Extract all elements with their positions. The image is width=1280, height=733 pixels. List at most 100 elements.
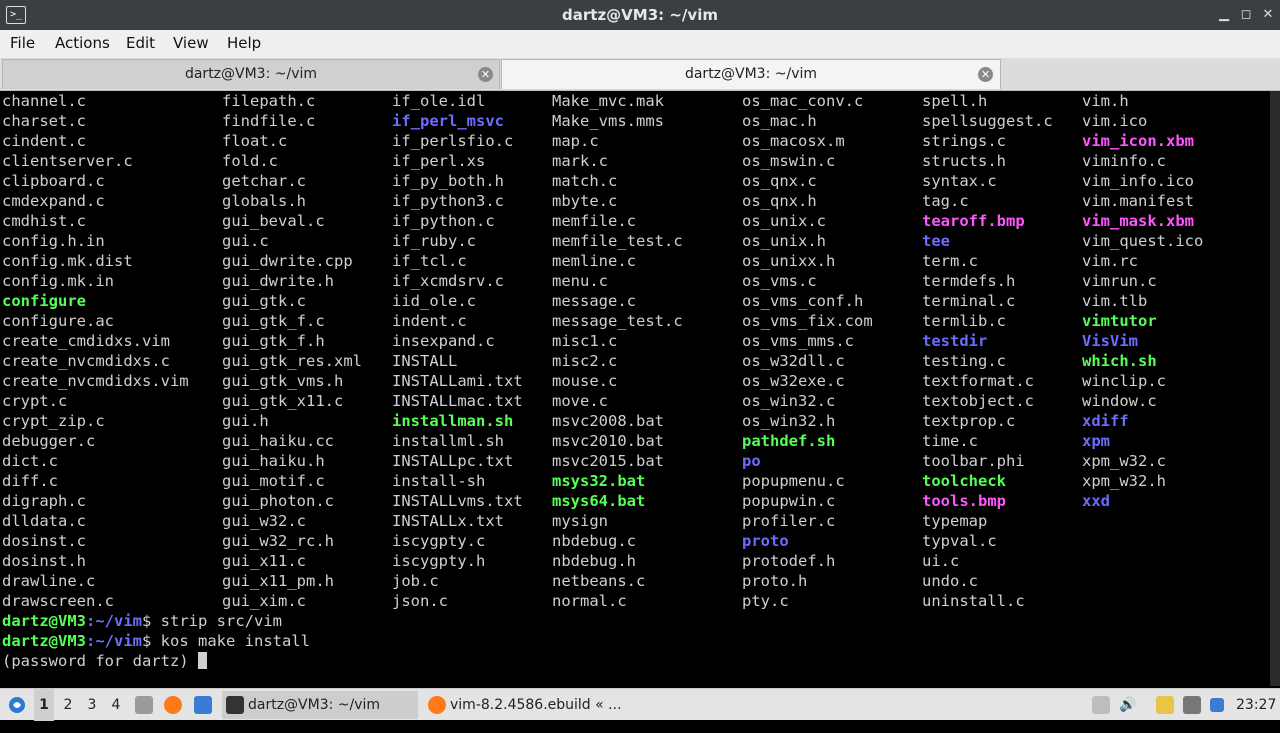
file-entry: gui.c bbox=[222, 232, 269, 250]
file-entry: gui_dwrite.cpp bbox=[222, 252, 353, 270]
file-entry: gui_dwrite.h bbox=[222, 272, 334, 290]
file-entry: drawline.c bbox=[2, 572, 96, 590]
tab-label: dartz@VM3: ~/vim bbox=[684, 66, 818, 82]
file-entry: gui_w32_rc.h bbox=[222, 532, 334, 550]
firefox-icon bbox=[428, 696, 446, 714]
file-entry: message.c bbox=[552, 292, 636, 310]
file-entry: dlldata.c bbox=[2, 512, 86, 530]
file-entry: charset.c bbox=[2, 112, 86, 130]
workspace-2[interactable]: 2 bbox=[58, 689, 78, 721]
file-entry: nbdebug.h bbox=[552, 552, 636, 570]
file-entry: tag.c bbox=[922, 192, 969, 210]
tab-terminal-1[interactable]: dartz@VM3: ~/vim ✕ bbox=[2, 59, 500, 89]
file-column: spell.h spellsuggest.c strings.c structs.h s… bbox=[922, 91, 1053, 611]
maximize-icon[interactable]: ◻ bbox=[1236, 5, 1256, 25]
start-menu-icon[interactable] bbox=[6, 689, 28, 721]
file-entry: spellsuggest.c bbox=[922, 112, 1053, 130]
file-entry: iid_ole.c bbox=[392, 292, 476, 310]
file-entry: if_xcmdsrv.c bbox=[392, 272, 504, 290]
file-entry: diff.c bbox=[2, 472, 58, 490]
file-entry: create_cmdidxs.vim bbox=[2, 332, 170, 350]
file-entry: if_ruby.c bbox=[392, 232, 476, 250]
file-entry: profiler.c bbox=[742, 512, 836, 530]
menu-edit[interactable]: Edit bbox=[126, 30, 155, 56]
prompt-line: dartz@VM3:~/vim$ kos make install bbox=[2, 631, 310, 651]
file-column: filepath.c findfile.c float.c fold.c getchar… bbox=[222, 91, 362, 611]
workspace-3[interactable]: 3 bbox=[82, 689, 102, 721]
prompt-path: :~/vim bbox=[86, 632, 142, 650]
file-entry: vim.ico bbox=[1082, 112, 1148, 130]
file-entry: os_w32exe.c bbox=[742, 372, 845, 390]
file-entry: config.mk.in bbox=[2, 272, 114, 290]
workspace-4[interactable]: 4 bbox=[106, 689, 126, 721]
file-entry: findfile.c bbox=[222, 112, 316, 130]
network-icon[interactable] bbox=[1183, 696, 1201, 714]
tray-up-icon[interactable] bbox=[1092, 696, 1110, 714]
update-icon[interactable] bbox=[1210, 698, 1224, 712]
file-entry: float.c bbox=[222, 132, 288, 150]
task-firefox[interactable]: vim-8.2.4586.ebuild « ... bbox=[424, 691, 634, 719]
window-titlebar[interactable]: >_ dartz@VM3: ~/vim ▁ ◻ ✕ bbox=[0, 0, 1280, 30]
tab-terminal-2[interactable]: dartz@VM3: ~/vim ✕ bbox=[501, 59, 1001, 89]
file-column: vim.h vim.ico vim_icon.xbm viminfo.c vim_inf… bbox=[1082, 91, 1203, 511]
file-entry: ui.c bbox=[922, 552, 960, 570]
prompt-command: $ kos make install bbox=[142, 632, 310, 650]
menu-help[interactable]: Help bbox=[227, 30, 261, 56]
file-entry: undo.c bbox=[922, 572, 978, 590]
workspace-1[interactable]: 1 bbox=[34, 689, 54, 721]
file-entry: INSTALLvms.txt bbox=[392, 492, 523, 510]
firefox-icon[interactable] bbox=[164, 696, 182, 714]
file-entry: pty.c bbox=[742, 592, 789, 610]
file-entry: xpm bbox=[1082, 432, 1110, 450]
volume-icon[interactable]: 🔊 bbox=[1118, 689, 1138, 721]
menu-view[interactable]: View bbox=[173, 30, 209, 56]
terminal-output[interactable]: channel.c charset.c cindent.c clientserver.… bbox=[0, 91, 1270, 686]
file-entry: misc2.c bbox=[552, 352, 618, 370]
file-entry: vim.rc bbox=[1082, 252, 1138, 270]
file-entry: testdir bbox=[922, 332, 988, 350]
file-manager-icon[interactable] bbox=[135, 696, 153, 714]
file-column: channel.c charset.c cindent.c clientserver.… bbox=[2, 91, 189, 611]
minimize-icon[interactable]: ▁ bbox=[1214, 5, 1234, 25]
menu-file[interactable]: File bbox=[10, 30, 35, 56]
file-entry: gui_gtk_x11.c bbox=[222, 392, 344, 410]
file-entry: os_unixx.h bbox=[742, 252, 836, 270]
file-entry: os_unix.c bbox=[742, 212, 826, 230]
file-entry: gui_gtk_vms.h bbox=[222, 372, 344, 390]
clock[interactable]: 23:27 bbox=[1236, 689, 1276, 721]
file-entry: digraph.c bbox=[2, 492, 86, 510]
window-title: dartz@VM3: ~/vim bbox=[562, 6, 718, 24]
file-entry: os_vms.c bbox=[742, 272, 817, 290]
file-entry: proto.h bbox=[742, 572, 808, 590]
file-entry: syntax.c bbox=[922, 172, 997, 190]
file-entry: os_mac.h bbox=[742, 112, 817, 130]
prompt-user: dartz@VM3 bbox=[2, 612, 86, 630]
file-entry: gui_x11_pm.h bbox=[222, 572, 334, 590]
tab-close-icon[interactable]: ✕ bbox=[978, 67, 993, 82]
desktop-icon[interactable] bbox=[194, 696, 212, 714]
file-entry: nbdebug.c bbox=[552, 532, 636, 550]
file-column: Make_mvc.mak Make_vms.mms map.c mark.c match… bbox=[552, 91, 683, 611]
file-entry: map.c bbox=[552, 132, 599, 150]
file-entry: testing.c bbox=[922, 352, 1006, 370]
file-entry: os_mswin.c bbox=[742, 152, 836, 170]
file-entry: misc1.c bbox=[552, 332, 618, 350]
file-entry: iscygpty.c bbox=[392, 532, 486, 550]
file-entry: textformat.c bbox=[922, 372, 1034, 390]
terminal-scrollbar[interactable] bbox=[1270, 91, 1280, 686]
file-entry: protodef.h bbox=[742, 552, 836, 570]
file-entry: cindent.c bbox=[2, 132, 86, 150]
file-entry: iscygpty.h bbox=[392, 552, 486, 570]
menu-actions[interactable]: Actions bbox=[55, 30, 110, 56]
text-cursor bbox=[197, 652, 207, 669]
file-entry: winclip.c bbox=[1082, 372, 1166, 390]
file-entry: Make_mvc.mak bbox=[552, 92, 664, 110]
file-entry: VisVim bbox=[1082, 332, 1138, 350]
close-icon[interactable]: ✕ bbox=[1258, 5, 1278, 25]
file-entry: vim.tlb bbox=[1082, 292, 1148, 310]
file-entry: filepath.c bbox=[222, 92, 316, 110]
clipboard-icon[interactable] bbox=[1156, 696, 1174, 714]
tab-close-icon[interactable]: ✕ bbox=[478, 67, 493, 82]
file-entry: msys32.bat bbox=[552, 472, 646, 490]
task-terminal[interactable]: dartz@VM3: ~/vim bbox=[222, 691, 418, 719]
